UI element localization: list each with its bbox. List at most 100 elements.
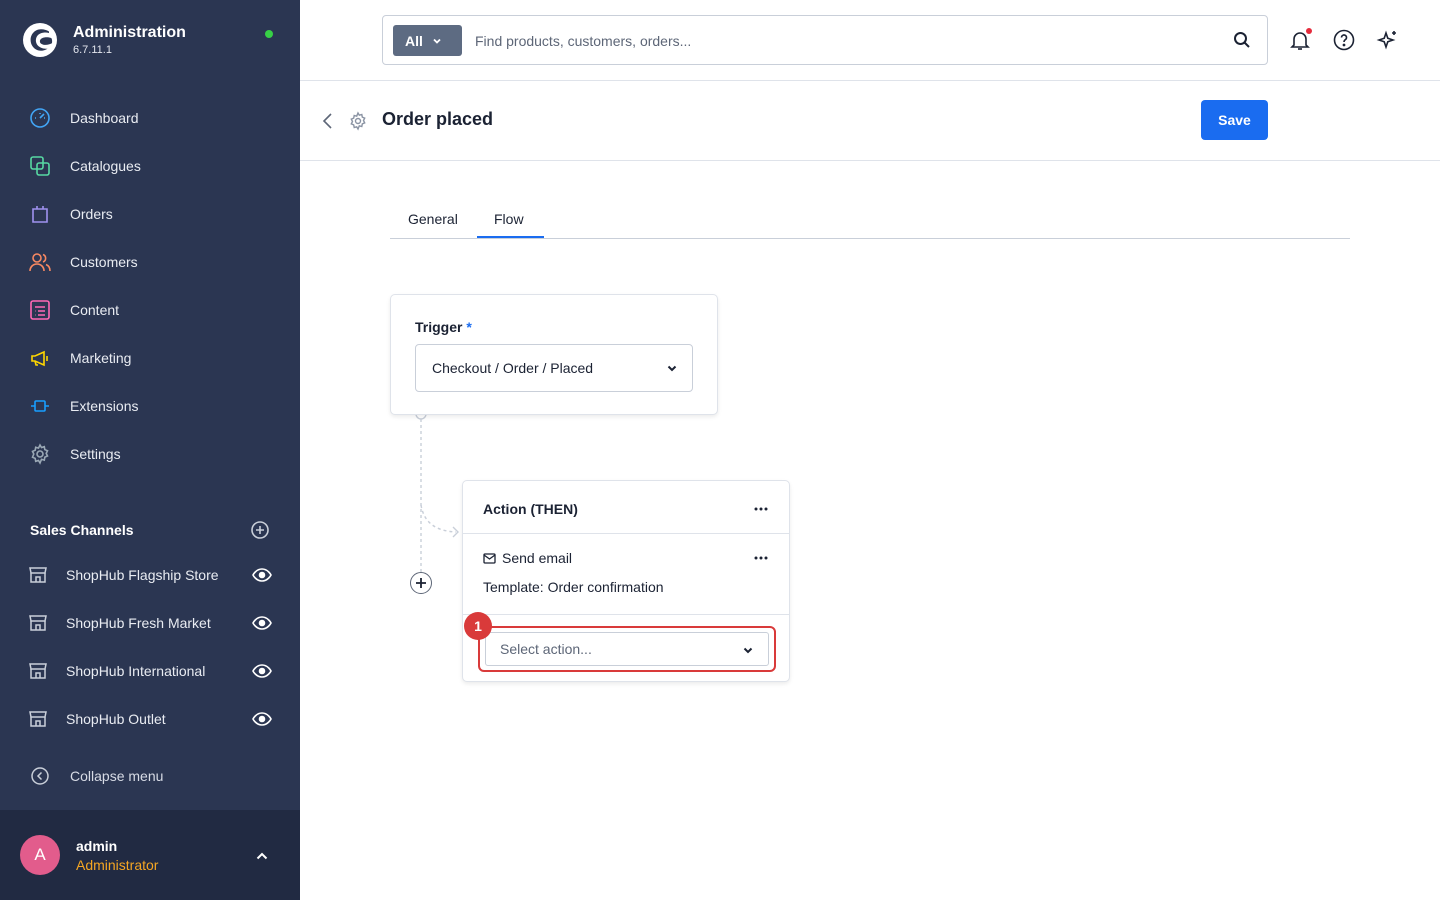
status-indicator [265,30,273,38]
sales-channel-list: ShopHub Flagship Store ShopHub Fresh Mar… [0,551,300,743]
collapse-menu-button[interactable]: Collapse menu [30,766,163,786]
catalogue-icon [29,155,51,177]
app-title: Administration [73,24,186,41]
global-search: All [382,15,1268,65]
add-sequence-button[interactable] [410,572,432,594]
shopware-logo-icon [23,23,57,57]
storefront-icon [29,663,47,679]
marketing-icon [29,347,51,369]
eye-icon[interactable] [252,615,272,631]
sales-channel-label: ShopHub Outlet [66,711,166,727]
user-menu[interactable]: A admin Administrator [0,810,300,900]
eye-icon[interactable] [252,711,272,727]
sidebar-item-label: Orders [70,206,113,222]
sales-channel-item[interactable]: ShopHub Outlet [0,695,300,743]
app-version: 6.7.11.1 [73,44,112,56]
sidebar-item-customers[interactable]: Customers [0,238,300,286]
select-action-placeholder: Select action... [500,641,592,657]
tab-flow[interactable]: Flow [494,211,524,227]
sales-channel-item[interactable]: ShopHub International [0,647,300,695]
trigger-value: Checkout / Order / Placed [432,360,594,376]
notification-indicator [1306,28,1312,34]
sales-channel-label: ShopHub International [66,663,206,679]
active-tab-indicator [477,236,544,238]
gear-icon [350,111,366,131]
sales-channels-title: Sales Channels [30,522,134,538]
save-button[interactable]: Save [1201,100,1268,140]
search-type-dropdown[interactable]: All [393,25,462,56]
mail-icon [483,552,496,564]
more-options-icon[interactable] [753,507,769,511]
help-icon[interactable] [1332,28,1356,52]
ai-sparkle-icon[interactable] [1376,28,1400,52]
sales-channels-header: Sales Channels [30,520,270,540]
sales-channel-item[interactable]: ShopHub Fresh Market [0,599,300,647]
more-options-icon[interactable] [753,556,769,560]
divider [463,614,789,615]
sales-channel-label: ShopHub Fresh Market [66,615,211,631]
add-sales-channel-icon[interactable] [250,520,270,540]
trigger-label: Trigger * [415,319,472,335]
action-item-name: Send email [502,550,573,566]
sidebar-item-label: Dashboard [70,110,139,126]
sidebar-item-label: Settings [70,446,121,462]
sidebar-item-label: Marketing [70,350,132,366]
collapse-menu-label: Collapse menu [70,768,164,784]
required-marker: * [466,319,472,335]
main-nav: Dashboard Catalogues Orders Customers Co… [0,94,300,478]
sidebar-item-label: Customers [70,254,138,270]
collapse-icon [31,767,49,785]
sidebar-item-orders[interactable]: Orders [0,190,300,238]
trigger-select[interactable]: Checkout / Order / Placed [415,344,693,392]
sidebar-item-label: Extensions [70,398,139,414]
eye-icon[interactable] [252,663,272,679]
eye-icon[interactable] [252,567,272,583]
sidebar-item-label: Content [70,302,120,318]
storefront-icon [29,711,47,727]
tab-bar: General Flow [390,202,1350,239]
sidebar-item-extensions[interactable]: Extensions [0,382,300,430]
search-input[interactable] [475,28,1215,54]
search-type-label: All [405,32,423,49]
dashboard-icon [29,107,51,129]
extensions-icon [29,395,51,417]
highlight-outline: Select action... [478,626,776,672]
action-card-header: Action (THEN) [463,481,789,534]
page-title: Order placed [382,109,494,129]
sidebar-item-content[interactable]: Content [0,286,300,334]
sidebar-item-settings[interactable]: Settings [0,430,300,478]
storefront-icon [29,615,47,631]
action-card: Action (THEN) Send email Template: Order… [462,480,790,682]
back-arrow-icon[interactable] [320,111,336,131]
sidebar: Administration 6.7.11.1 Dashboard Catalo… [0,0,300,900]
chevron-up-icon[interactable] [254,848,270,864]
user-name: admin [76,838,118,854]
chevron-down-icon [743,647,753,654]
select-action-dropdown[interactable]: Select action... [485,632,769,666]
orders-icon [29,203,51,225]
content-icon [29,299,51,321]
sidebar-item-label: Catalogues [70,158,141,174]
action-item-detail: Template: Order confirmation [483,579,664,595]
tab-general[interactable]: General [408,211,458,227]
plus-icon [416,578,426,588]
page-header: Order placed Save [300,81,1440,161]
settings-icon [29,443,51,465]
sidebar-item-marketing[interactable]: Marketing [0,334,300,382]
chevron-down-icon [667,365,677,372]
sales-channel-label: ShopHub Flagship Store [66,567,219,583]
action-item-send-email[interactable]: Send email [483,550,572,566]
sidebar-item-dashboard[interactable]: Dashboard [0,94,300,142]
sidebar-item-catalogues[interactable]: Catalogues [0,142,300,190]
customers-icon [29,251,51,273]
search-icon[interactable] [1233,31,1251,49]
brand: Administration 6.7.11.1 [22,22,186,58]
avatar: A [20,835,60,875]
top-bar: All [300,0,1440,81]
storefront-icon [29,567,47,583]
user-role: Administrator [76,857,159,873]
chevron-down-icon [433,38,441,44]
step-badge: 1 [464,612,492,640]
sales-channel-item[interactable]: ShopHub Flagship Store [0,551,300,599]
action-card-title: Action (THEN) [483,501,578,517]
